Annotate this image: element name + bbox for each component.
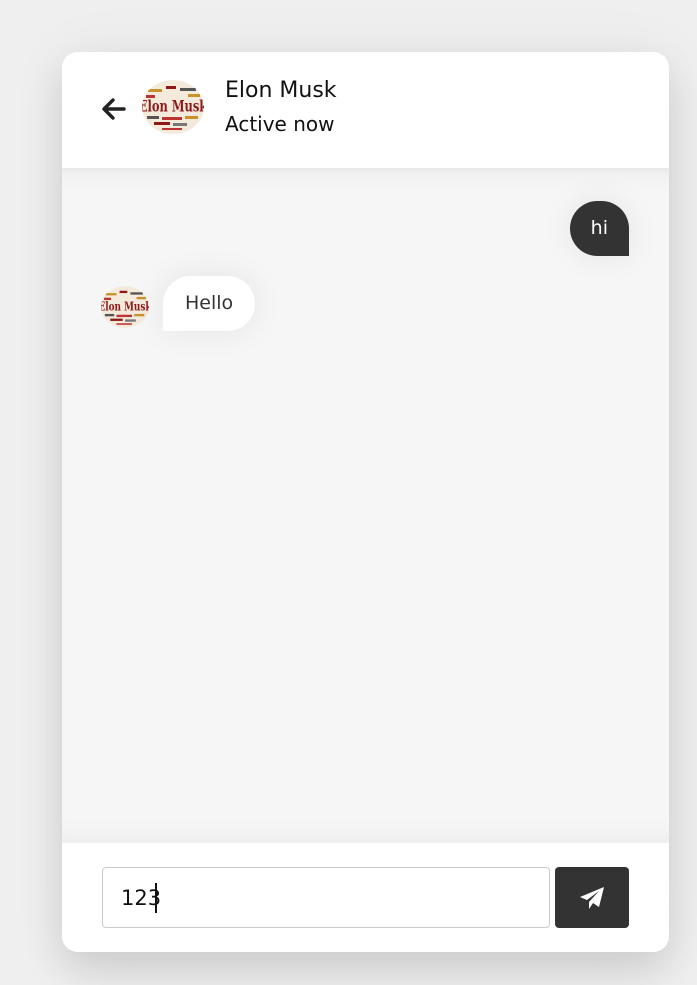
contact-status: Active now xyxy=(225,112,335,136)
outgoing-message: hi xyxy=(569,201,629,256)
incoming-avatar: Elon Musk xyxy=(101,286,149,328)
contact-name: Elon Musk xyxy=(225,78,337,103)
send-button[interactable] xyxy=(555,867,629,928)
avatar-logo-text: Elon Musk xyxy=(142,98,204,116)
incoming-message: Hello xyxy=(163,276,256,331)
chat-header: Elon Musk Elon Musk Active now xyxy=(62,52,669,168)
paper-plane-icon xyxy=(580,887,604,909)
text-caret xyxy=(155,883,157,913)
contact-avatar: Elon Musk xyxy=(142,80,204,134)
message-input[interactable] xyxy=(102,867,550,928)
avatar-logo-text: Elon Musk xyxy=(101,299,149,314)
arrow-left-icon[interactable] xyxy=(100,96,126,122)
typing-area xyxy=(62,843,669,952)
chat-messages[interactable]: hi Elon Musk Hello xyxy=(62,168,669,843)
chat-window: Elon Musk Elon Musk Active now hi Elon M… xyxy=(62,52,669,952)
